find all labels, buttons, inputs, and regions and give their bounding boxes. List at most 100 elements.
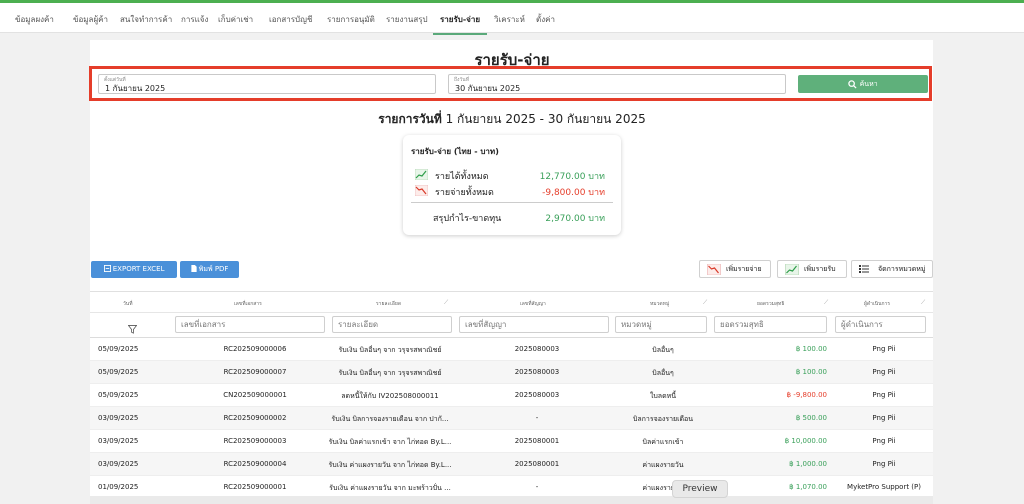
nav-tab-11[interactable]: ตั้งค่า bbox=[536, 13, 555, 26]
cell-amount: ฿ 500.00 bbox=[795, 414, 827, 422]
cell-doc-no: RC202509000006 bbox=[223, 345, 287, 353]
print-pdf-button[interactable]: พิมพ์ PDF bbox=[180, 261, 239, 278]
cell-detail: รับเงิน บิลอื่นๆ จาก วรุจรสพาณิชย์ bbox=[338, 369, 442, 377]
cell-category: ค่าแผงรายวัน bbox=[642, 461, 684, 469]
cell-category: บิลอื่นๆ bbox=[652, 369, 674, 377]
resize-handle-icon[interactable]: ⟋ bbox=[921, 299, 925, 307]
cell-contract: 2025080003 bbox=[514, 368, 560, 376]
cell-amount: ฿ -9,800.00 bbox=[786, 391, 827, 399]
resize-handle-icon[interactable]: ⟋ bbox=[444, 299, 448, 307]
start-date-value: 1 กันยายน 2025 bbox=[105, 84, 166, 93]
date-range-prefix: รายการวันที่ bbox=[378, 112, 442, 126]
nav-tab-3[interactable]: สนใจทำการค้า bbox=[120, 13, 172, 26]
cell-contract: 2025080003 bbox=[514, 345, 560, 353]
expense-row: รายจ่ายทั้งหมด -9,800.00 บาท bbox=[414, 184, 615, 198]
manage-categories-label: จัดการหมวดหมู่ bbox=[878, 265, 926, 273]
end-date-value: 30 กันยายน 2025 bbox=[455, 84, 521, 93]
cell-detail: ลดหนี้ให้กับ IV202508000011 bbox=[341, 392, 439, 400]
document-icon bbox=[190, 265, 197, 272]
export-icon bbox=[103, 265, 111, 272]
nav-tab-income-expense[interactable]: รายรับ-จ่าย bbox=[440, 13, 480, 26]
nav-tab-10[interactable]: วิเคราะห์ bbox=[494, 13, 525, 26]
contract-filter-input[interactable]: เลขที่สัญญา bbox=[459, 316, 609, 333]
nav-tab-1[interactable]: ข้อมูลผงค้า bbox=[15, 13, 54, 26]
cell-doc-no: RC202509000007 bbox=[223, 368, 287, 376]
cell-doc-no: RC202509000001 bbox=[223, 483, 287, 491]
table-row[interactable]: 03/09/2025 RC202509000004 รับเงิน ค่าแผง… bbox=[90, 453, 933, 476]
column-header-doc-no[interactable]: เลขที่เอกสาร bbox=[234, 300, 262, 308]
date-range-heading: รายการวันที่ 1 กันยายน 2025 - 30 กันยายน… bbox=[0, 110, 1024, 129]
cell-date: 03/09/2025 bbox=[98, 437, 139, 445]
column-header-category[interactable]: หมวดหมู่ bbox=[650, 300, 669, 308]
nav-tab-6[interactable]: เอกสารบัญชี bbox=[269, 13, 312, 26]
search-icon bbox=[848, 79, 857, 89]
header-divider bbox=[90, 312, 933, 313]
list-icon bbox=[859, 264, 869, 280]
summary-card: รายรับ-จ่าย (ไทย - บาท) รายได้ทั้งหมด 12… bbox=[403, 135, 621, 235]
filter-icon[interactable] bbox=[127, 319, 138, 338]
cell-date: 05/09/2025 bbox=[98, 368, 139, 376]
expense-value: -9,800.00 บาท bbox=[542, 188, 605, 198]
nav-tab-4[interactable]: การแจ้ง bbox=[181, 13, 208, 26]
nav-tab-2[interactable]: ข้อมูลผู้ค้า bbox=[73, 13, 108, 26]
cell-date: 05/09/2025 bbox=[98, 345, 139, 353]
column-header-operator[interactable]: ผู้ดำเนินการ bbox=[864, 300, 890, 308]
table-row[interactable]: 05/09/2025 RC202509000007 รับเงิน บิลอื่… bbox=[90, 361, 933, 384]
add-income-button[interactable]: เพิ่มรายรับ bbox=[777, 260, 847, 278]
table-row[interactable]: 03/09/2025 RC202509000002 รับเงิน บิลการ… bbox=[90, 407, 933, 430]
export-excel-label: EXPORT EXCEL bbox=[112, 265, 165, 273]
detail-filter-input[interactable]: รายละเอียด bbox=[332, 316, 452, 333]
cell-operator: Png Pii bbox=[872, 437, 896, 445]
cell-operator: Png Pii bbox=[872, 368, 896, 376]
resize-handle-icon[interactable]: ⟋ bbox=[824, 299, 828, 307]
cell-category: บิลการจองรายเดือน bbox=[632, 415, 694, 423]
nav-tab-8[interactable]: รายงานสรุป bbox=[386, 13, 428, 26]
table-row[interactable]: 05/09/2025 CN202509000001 ลดหนี้ให้กับ I… bbox=[90, 384, 933, 407]
cell-doc-no: RC202509000004 bbox=[223, 460, 287, 468]
cell-date: 03/09/2025 bbox=[98, 460, 139, 468]
cell-doc-no: RC202509000002 bbox=[223, 414, 287, 422]
nav-tab-5[interactable]: เก็บค่าเช่า bbox=[218, 13, 253, 26]
search-button-label: ค้นหา bbox=[859, 80, 878, 88]
profit-row: สรุปกำไร-ขาดทุน 2,970.00 บาท bbox=[433, 211, 615, 224]
income-label: รายได้ทั้งหมด bbox=[435, 172, 489, 182]
cell-operator: Png Pii bbox=[872, 460, 896, 468]
cell-detail: รับเงิน บิลอื่นๆ จาก วรุจรสพาณิชย์ bbox=[338, 346, 442, 354]
cell-amount: ฿ 100.00 bbox=[795, 345, 827, 353]
end-date-field[interactable]: ถึงวันที่ 30 กันยายน 2025 bbox=[448, 74, 786, 94]
export-excel-button[interactable]: EXPORT EXCEL bbox=[91, 261, 177, 278]
resize-handle-icon[interactable]: ⟋ bbox=[703, 299, 707, 307]
column-header-date[interactable]: วันที่ bbox=[123, 300, 133, 308]
doc-no-filter-input[interactable]: เลขที่เอกสาร bbox=[175, 316, 325, 333]
cell-detail: รับเงิน บิลค่าแรกเข้า จาก ไก่ทอด By.L... bbox=[328, 438, 452, 446]
amount-filter-input[interactable]: ยอดรวมสุทธิ bbox=[714, 316, 827, 333]
nav-tab-7[interactable]: รายการอนุมัติ bbox=[327, 13, 375, 26]
preview-button[interactable]: Preview bbox=[672, 480, 728, 498]
manage-categories-button[interactable]: จัดการหมวดหมู่ bbox=[851, 260, 933, 278]
cell-category: บิลค่าแรกเข้า bbox=[642, 438, 684, 446]
cell-category: บิลอื่นๆ bbox=[652, 346, 674, 354]
table-row[interactable]: 05/09/2025 RC202509000006 รับเงิน บิลอื่… bbox=[90, 338, 933, 361]
column-header-amount[interactable]: ยอดรวมสุทธิ bbox=[757, 300, 784, 308]
profit-value: 2,970.00 บาท bbox=[545, 214, 605, 224]
cell-contract: 2025080001 bbox=[514, 437, 560, 445]
column-header-detail[interactable]: รายละเอียด bbox=[376, 300, 401, 308]
add-income-label: เพิ่มรายรับ bbox=[804, 265, 836, 273]
cell-amount: ฿ 1,070.00 bbox=[789, 483, 827, 491]
income-chart-icon bbox=[785, 263, 799, 281]
search-button[interactable]: ค้นหา bbox=[798, 75, 928, 93]
cell-amount: ฿ 1,000.00 bbox=[789, 460, 827, 468]
cell-contract: 2025080003 bbox=[514, 391, 560, 399]
summary-heading: รายรับ-จ่าย (ไทย - บาท) bbox=[411, 147, 499, 156]
table-row[interactable]: 03/09/2025 RC202509000003 รับเงิน บิลค่า… bbox=[90, 430, 933, 453]
start-date-field[interactable]: ตั้งแต่วันที่ 1 กันยายน 2025 bbox=[98, 74, 436, 94]
operator-filter-input[interactable]: ผู้ดำเนินการ bbox=[835, 316, 926, 333]
column-header-contract[interactable]: เลขที่สัญญา bbox=[520, 300, 546, 308]
category-filter-input[interactable]: หมวดหมู่ bbox=[615, 316, 707, 333]
cell-amount: ฿ 10,000.00 bbox=[784, 437, 827, 445]
add-expense-label: เพิ่มรายจ่าย bbox=[726, 265, 762, 273]
add-expense-button[interactable]: เพิ่มรายจ่าย bbox=[699, 260, 771, 278]
cell-doc-no: RC202509000003 bbox=[223, 437, 287, 445]
cell-date: 01/09/2025 bbox=[98, 483, 139, 491]
income-row: รายได้ทั้งหมด 12,770.00 บาท bbox=[414, 168, 615, 182]
